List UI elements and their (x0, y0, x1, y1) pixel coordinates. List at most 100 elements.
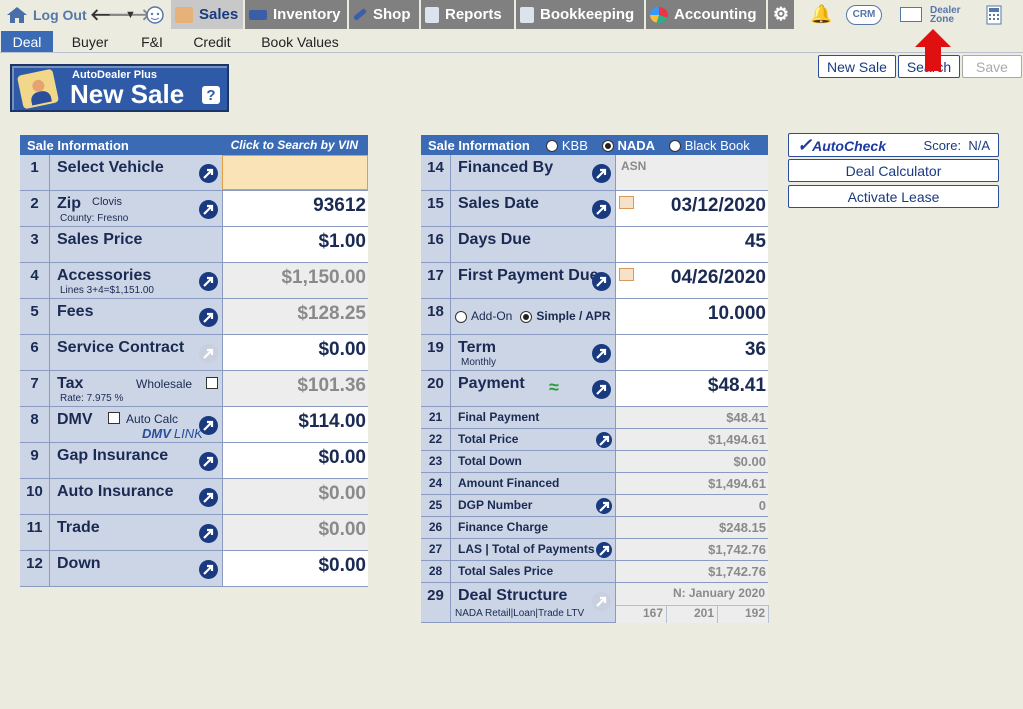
new-sale-button[interactable]: New Sale (818, 55, 896, 78)
tab-reports[interactable]: Reports (421, 0, 514, 29)
interest-type-radios: Add-On Simple / APR (455, 309, 611, 323)
tab-bookkeeping[interactable]: Bookkeeping (516, 0, 644, 29)
help-icon[interactable]: ? (202, 86, 220, 104)
crm-button[interactable]: CRM (846, 0, 882, 29)
row-number: 2 (20, 191, 50, 226)
row-subtext: NADA Retail|Loan|Trade LTV (455, 608, 585, 619)
row-label: DMV (57, 411, 93, 428)
right-value-14[interactable]: ASN (615, 155, 768, 190)
left-value-11[interactable]: $0.00 (222, 515, 368, 550)
left-row-10-arrow-icon[interactable] (199, 488, 218, 507)
row-number: 23 (421, 451, 451, 472)
left-value-7[interactable]: $101.36 (222, 371, 368, 406)
dmv-logo-text: DMV (142, 426, 171, 441)
subtab-fi[interactable]: F&I (125, 31, 179, 52)
row-label: Accessories (57, 267, 152, 284)
left-value-10[interactable]: $0.00 (222, 479, 368, 514)
right-value-15[interactable]: 03/12/2020 (615, 191, 768, 226)
right-row-17-arrow-icon[interactable] (592, 272, 611, 291)
settings-gear-icon[interactable]: ⚙ (768, 0, 794, 29)
radio-simple-apr[interactable]: Simple / APR (520, 309, 611, 323)
left-value-2[interactable]: 93612 (222, 191, 368, 226)
left-row-5: 5 Fees $128.25 (20, 299, 368, 335)
left-row-4-arrow-icon[interactable] (199, 272, 218, 291)
row-label: Finance Charge (458, 520, 549, 534)
row-number: 16 (421, 227, 451, 262)
row-label: Service Contract (57, 339, 185, 356)
radio-kbb[interactable]: KBB (545, 138, 588, 153)
row-number: 14 (421, 155, 451, 190)
calendar-icon[interactable] (619, 268, 634, 281)
row-label: Down (57, 555, 101, 572)
tab-accounting[interactable]: Accounting (646, 0, 766, 29)
left-row-9-arrow-icon[interactable] (199, 452, 218, 471)
left-row-1-arrow-icon[interactable] (199, 164, 218, 183)
radio-simple-circle[interactable] (520, 310, 533, 323)
right-row-26: 26 Finance Charge $248.15 (421, 517, 768, 539)
tab-shop[interactable]: Shop (349, 0, 419, 29)
wholesale-checkbox[interactable] (206, 377, 218, 389)
row-label: Fees (57, 303, 94, 320)
left-value-8[interactable]: $114.00 (222, 407, 368, 442)
left-value-5[interactable]: $128.25 (222, 299, 368, 334)
autocheck-button[interactable]: ✓AutoCheck Score: N/A (788, 133, 999, 157)
right-value-17[interactable]: 04/26/2020 (615, 263, 768, 298)
deal-calculator-button[interactable]: Deal Calculator (788, 159, 999, 182)
history-dropdown-icon[interactable]: ▼ (125, 0, 136, 29)
left-value-6[interactable]: $0.00 (222, 335, 368, 370)
radio-nada[interactable]: NADA (601, 138, 655, 153)
auto-calc-checkbox[interactable] (108, 412, 120, 424)
left-row-5-arrow-icon[interactable] (199, 308, 218, 327)
left-value-3[interactable]: $1.00 (222, 227, 368, 262)
right-row-14-arrow-icon[interactable] (592, 164, 611, 183)
left-value-4[interactable]: $1,150.00 (222, 263, 368, 298)
right-row-22-arrow-icon[interactable] (596, 432, 612, 448)
calculator-icon[interactable] (986, 0, 1002, 29)
report-icon (425, 6, 439, 23)
right-row-25-arrow-icon[interactable] (596, 498, 612, 514)
right-value-19[interactable]: 36 (615, 335, 768, 370)
subtab-book-values[interactable]: Book Values (248, 31, 352, 52)
search-by-vin-link[interactable]: Click to Search by VIN (231, 138, 358, 152)
row-number: 20 (421, 371, 451, 406)
left-row-4: 4 Accessories Lines 3+4=$1,151.00 $1,150.00 (20, 263, 368, 299)
save-button[interactable]: Save (962, 55, 1022, 78)
dealer-zone-button[interactable]: Dealer Zone (900, 0, 961, 29)
tab-sales[interactable]: Sales (171, 0, 243, 29)
user-face-icon[interactable] (144, 0, 166, 29)
right-row-15-arrow-icon[interactable] (592, 200, 611, 219)
ltv-value-1: 201 (667, 605, 718, 623)
activate-lease-button[interactable]: Activate Lease (788, 185, 999, 208)
left-row-8-arrow-icon[interactable] (199, 416, 218, 435)
tab-inventory[interactable]: Inventory (245, 0, 347, 29)
radio-black-book[interactable]: Black Book (668, 138, 750, 153)
right-row-27-arrow-icon[interactable] (596, 542, 612, 558)
right-row-19-arrow-icon[interactable] (592, 344, 611, 363)
subtab-buyer[interactable]: Buyer (60, 31, 120, 52)
book-source-radios: KBB NADA Black Book (545, 138, 750, 153)
left-row-6-arrow-icon[interactable] (199, 344, 218, 363)
left-value-1[interactable] (222, 155, 368, 190)
left-row-12-arrow-icon[interactable] (199, 560, 218, 579)
subtab-deal[interactable]: Deal (1, 31, 53, 52)
subtab-credit[interactable]: Credit (184, 31, 240, 52)
row-label: Tax (57, 375, 84, 392)
right-value-16[interactable]: 45 (615, 227, 768, 262)
left-value-12[interactable]: $0.00 (222, 551, 368, 586)
radio-add-on[interactable]: Add-On (455, 309, 512, 323)
salesperson-icon (175, 6, 193, 23)
right-row-20-arrow-icon[interactable] (592, 380, 611, 399)
calendar-icon[interactable] (619, 196, 634, 209)
radio-add-on-circle[interactable] (455, 310, 467, 323)
bell-icon[interactable]: 🔔 (810, 0, 832, 29)
row-number: 11 (20, 515, 50, 550)
right-value-18[interactable]: 10.000 (615, 299, 768, 334)
logout-button[interactable]: Log Out (6, 0, 87, 29)
deal-structure-arrow-icon[interactable] (592, 592, 611, 611)
left-value-9[interactable]: $0.00 (222, 443, 368, 478)
right-value-20[interactable]: $48.41 (615, 371, 768, 406)
right-row-14: 14 Financed By ASN (421, 155, 768, 191)
left-row-2-arrow-icon[interactable] (199, 200, 218, 219)
crm-label: CRM (852, 9, 876, 20)
left-row-11-arrow-icon[interactable] (199, 524, 218, 543)
